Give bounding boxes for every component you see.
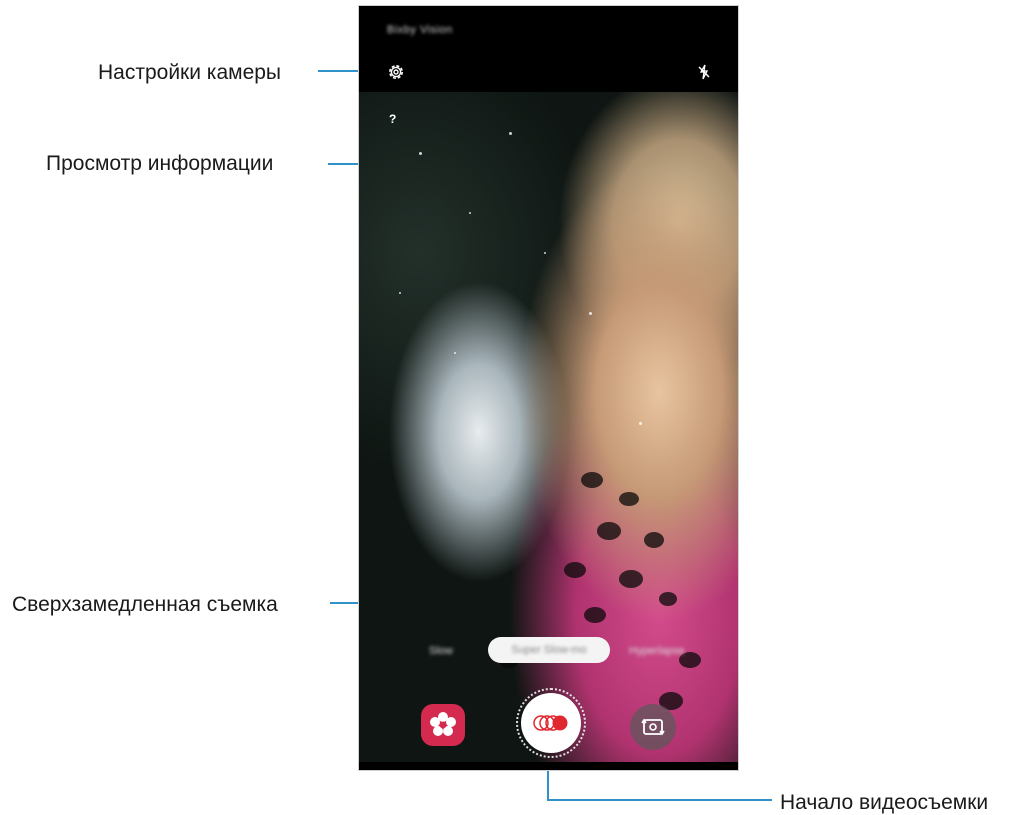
water-droplet [469, 212, 471, 214]
water-droplet [399, 292, 401, 294]
mode-title: Bixby Vision [387, 24, 453, 36]
water-droplet [419, 152, 422, 155]
water-droplet [454, 352, 456, 354]
swimsuit-spot [644, 532, 664, 548]
camera-viewfinder[interactable]: ? Slow Hyperlapse Super Slow-mo [359, 92, 738, 770]
leader-line-record [547, 799, 772, 801]
swimsuit-spot [597, 522, 621, 540]
callout-super-slow-mo: Сверхзамедленная съемка [12, 593, 278, 616]
swimsuit-spot [619, 492, 639, 506]
mode-option-hyperlapse[interactable]: Hyperlapse [629, 645, 685, 657]
navigation-bar [359, 762, 738, 770]
info-icon[interactable]: ? [389, 112, 396, 126]
water-droplet [589, 312, 592, 315]
camera-top-bar: Bixby Vision [359, 6, 738, 92]
mode-option-slow[interactable]: Slow [429, 645, 453, 657]
swimsuit-spot [581, 472, 603, 488]
callout-camera-settings: Настройки камеры [98, 61, 282, 84]
callout-start-recording: Начало видеосъемки [780, 791, 989, 814]
callout-view-info: Просмотр информации [46, 152, 274, 175]
flash-off-icon[interactable] [694, 62, 714, 82]
flower-effect-icon[interactable] [421, 704, 465, 746]
swimsuit-spot [584, 607, 606, 623]
swimsuit-spot [619, 570, 643, 588]
switch-camera-icon[interactable] [630, 704, 676, 750]
gear-icon[interactable] [386, 62, 406, 82]
water-droplet [639, 422, 642, 425]
water-droplet [544, 252, 546, 254]
record-button[interactable] [521, 693, 581, 753]
phone-screen: Bixby Vision ? Slow Hyperlapse Super Slo… [358, 5, 739, 771]
water-droplet [509, 132, 512, 135]
super-slow-mo-mode-button[interactable]: Super Slow-mo [488, 637, 610, 663]
swimsuit-spot [564, 562, 586, 578]
swimsuit-spot [659, 592, 677, 606]
mode-pill-label: Super Slow-mo [511, 644, 587, 656]
